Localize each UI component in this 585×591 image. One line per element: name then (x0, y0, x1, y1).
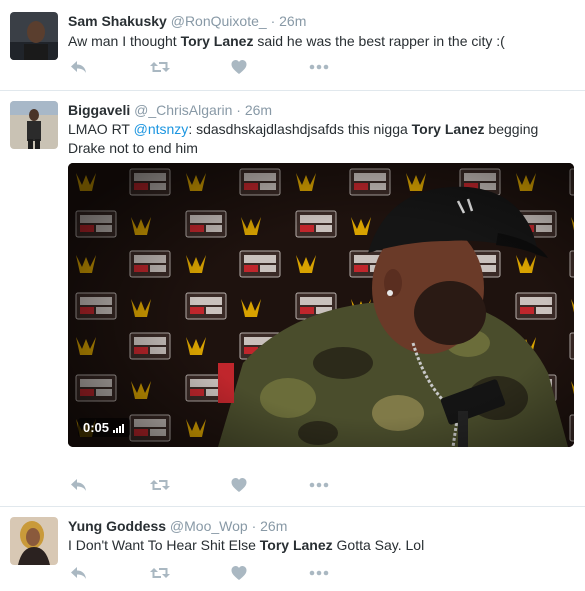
display-name[interactable]: Yung Goddess (68, 518, 166, 534)
tweet-3[interactable]: Yung Goddess @Moo_Wop · 26m I Don't Want… (0, 507, 585, 591)
separator-dot: · (270, 13, 276, 29)
display-name[interactable]: Biggaveli (68, 102, 130, 118)
tweet-2[interactable]: Biggaveli @_ChrisAlgarin · 26m LMAO RT @… (0, 91, 585, 506)
video-duration: 0:05 (78, 418, 130, 437)
tweet-header: Biggaveli @_ChrisAlgarin · 26m (68, 101, 272, 119)
avatar[interactable] (10, 517, 58, 565)
separator-dot: · (251, 518, 257, 534)
user-handle[interactable]: @Moo_Wop (170, 518, 248, 534)
more-icon[interactable] (309, 565, 329, 581)
retweet-icon[interactable] (149, 59, 171, 75)
more-icon[interactable] (309, 477, 329, 493)
tweet-text: LMAO RT @ntsnzy: sdasdhskajdlashdjsafds … (68, 120, 573, 158)
tweet-text: I Don't Want To Hear Shit Else Tory Lane… (68, 536, 573, 555)
reply-icon[interactable] (70, 565, 88, 581)
user-handle[interactable]: @_ChrisAlgarin (134, 102, 232, 118)
video-frame (68, 163, 574, 447)
reply-icon[interactable] (70, 59, 88, 75)
reply-icon[interactable] (70, 477, 88, 493)
tweet-text-part: : sdasdhskajdlashdjsafds this nigga (188, 121, 412, 137)
tweet-text-highlight: Tory Lanez (180, 33, 254, 49)
tweet-header: Sam Shakusky @RonQuixote_ · 26m (68, 12, 306, 30)
video-player[interactable]: 0:05 (68, 163, 574, 447)
tweet-text-highlight: Tory Lanez (411, 121, 485, 137)
tweet-text-part: Gotta Say. Lol (332, 537, 425, 553)
retweet-icon[interactable] (149, 565, 171, 581)
timestamp[interactable]: 26m (245, 102, 272, 118)
display-name[interactable]: Sam Shakusky (68, 13, 167, 29)
tweet-text-part: Aw man I thought (68, 33, 181, 49)
avatar[interactable] (10, 12, 58, 60)
tweet-text: Aw man I thought Tory Lanez said he was … (68, 32, 573, 51)
tweet-text-part: said he was the best rapper in the city … (253, 33, 505, 49)
tweet-1[interactable]: Sam Shakusky @RonQuixote_ · 26m Aw man I… (0, 0, 585, 97)
heart-icon[interactable] (231, 565, 247, 581)
retweet-icon[interactable] (149, 477, 171, 493)
tweet-text-part: LMAO RT (68, 121, 134, 137)
tweet-text-part: I Don't Want To Hear Shit Else (68, 537, 260, 553)
heart-icon[interactable] (231, 477, 247, 493)
tweet-text-highlight: Tory Lanez (259, 537, 333, 553)
mention-link[interactable]: @ntsnzy (134, 121, 189, 137)
duration-text: 0:05 (83, 420, 110, 435)
volume-icon[interactable] (112, 420, 125, 435)
tweet-header: Yung Goddess @Moo_Wop · 26m (68, 517, 287, 535)
timestamp[interactable]: 26m (279, 13, 306, 29)
user-handle[interactable]: @RonQuixote_ (171, 13, 267, 29)
avatar[interactable] (10, 101, 58, 149)
heart-icon[interactable] (231, 59, 247, 75)
separator-dot: · (236, 102, 241, 118)
more-icon[interactable] (309, 59, 329, 75)
timestamp[interactable]: 26m (260, 518, 287, 534)
